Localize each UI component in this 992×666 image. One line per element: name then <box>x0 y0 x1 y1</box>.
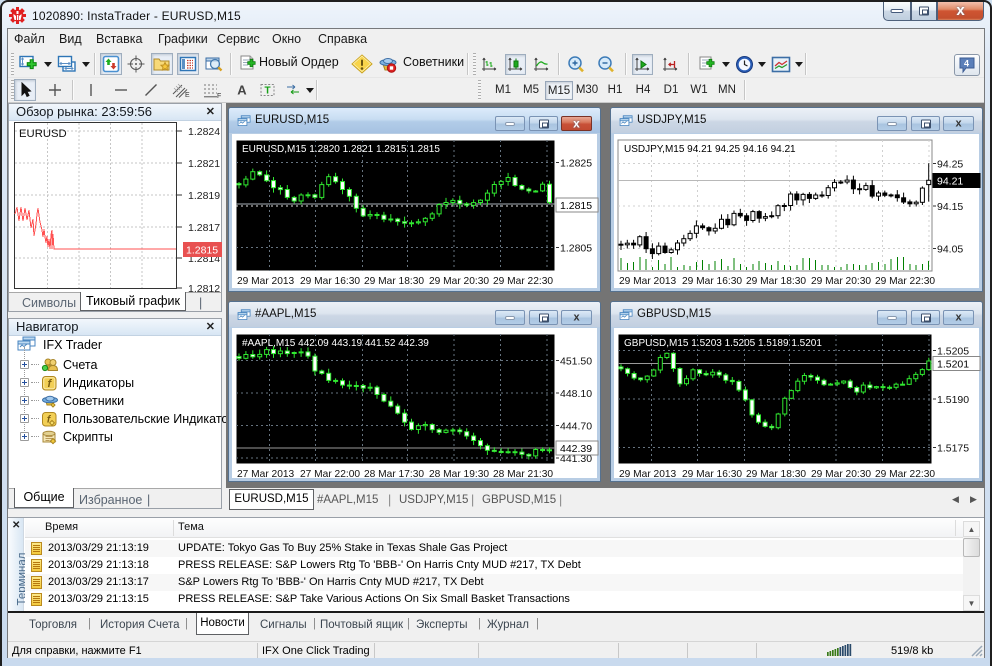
svg-text:29 Mar 20:30: 29 Mar 20:30 <box>429 276 489 287</box>
svg-text:29 Mar 20:30: 29 Mar 20:30 <box>811 276 871 287</box>
svg-text:USDJPY,M15 94.21 94.25 94.16: USDJPY,M15 94.21 94.25 94.16 94.21 <box>624 144 796 155</box>
svg-text:444.70: 444.70 <box>560 421 592 433</box>
svg-text:1.2821: 1.2821 <box>188 158 220 170</box>
svg-text:29 Mar 16:30: 29 Mar 16:30 <box>682 276 742 287</box>
svg-text:28 Mar 17:30: 28 Mar 17:30 <box>364 469 424 480</box>
svg-text:94.05: 94.05 <box>937 244 963 256</box>
svg-text:1.2812: 1.2812 <box>188 283 220 292</box>
svg-text:29 Mar 18:30: 29 Mar 18:30 <box>746 276 806 287</box>
svg-text:1.2819: 1.2819 <box>188 190 220 202</box>
svg-text:29 Mar 22:30: 29 Mar 22:30 <box>875 469 935 480</box>
svg-text:27 Mar 22:00: 27 Mar 22:00 <box>300 469 360 480</box>
svg-text:1.5201: 1.5201 <box>937 359 969 371</box>
svg-text:28 Mar 19:30: 28 Mar 19:30 <box>429 469 489 480</box>
svg-text:#AAPL,M15 442.09 443.19 441.5: #AAPL,M15 442.09 443.19 441.52 442.39 <box>242 338 429 349</box>
svg-text:E: E <box>185 92 190 99</box>
svg-text:29 Mar 2013: 29 Mar 2013 <box>619 469 677 480</box>
svg-text:29 Mar 16:30: 29 Mar 16:30 <box>682 469 742 480</box>
svg-text:1.2825: 1.2825 <box>560 157 592 169</box>
svg-text:EURUSD: EURUSD <box>19 128 67 140</box>
svg-text:29 Mar 2013: 29 Mar 2013 <box>237 276 295 287</box>
svg-text:28 Mar 21:30: 28 Mar 21:30 <box>493 469 553 480</box>
svg-text:F: F <box>217 93 221 99</box>
svg-text:1.5175: 1.5175 <box>937 443 969 455</box>
svg-text:1.2817: 1.2817 <box>188 222 220 234</box>
svg-text:29 Mar 18:30: 29 Mar 18:30 <box>746 469 806 480</box>
svg-text:GBPUSD,M15 1.5203 1.5205 1.51: GBPUSD,M15 1.5203 1.5205 1.5189 1.5201 <box>624 338 822 349</box>
svg-text:EURUSD,M15 1.2820 1.2821 1.28: EURUSD,M15 1.2820 1.2821 1.2815 1.2815 <box>242 144 440 155</box>
svg-text:94.21: 94.21 <box>937 175 963 187</box>
svg-text:1.5190: 1.5190 <box>937 394 969 406</box>
svg-text:451.50: 451.50 <box>560 355 592 367</box>
svg-text:29 Mar 20:30: 29 Mar 20:30 <box>811 469 871 480</box>
svg-text:A: A <box>237 83 247 98</box>
svg-text:29 Mar 22:30: 29 Mar 22:30 <box>493 276 553 287</box>
svg-text:4: 4 <box>964 59 969 69</box>
svg-text:29 Mar 22:30: 29 Mar 22:30 <box>875 276 935 287</box>
svg-text:29 Mar 16:30: 29 Mar 16:30 <box>300 276 360 287</box>
svg-text:448.10: 448.10 <box>560 388 592 400</box>
svg-text:1.2805: 1.2805 <box>560 243 592 255</box>
svg-text:29 Mar 2013: 29 Mar 2013 <box>619 276 677 287</box>
svg-text:442.39: 442.39 <box>560 443 592 455</box>
svg-text:94.25: 94.25 <box>937 158 963 170</box>
svg-text:1.2815: 1.2815 <box>186 245 218 257</box>
svg-text:29 Mar 18:30: 29 Mar 18:30 <box>364 276 424 287</box>
svg-text:T: T <box>264 86 270 97</box>
svg-text:1.2815: 1.2815 <box>560 200 592 212</box>
svg-text:1.5205: 1.5205 <box>937 346 969 358</box>
svg-text:27 Mar 2013: 27 Mar 2013 <box>237 469 295 480</box>
svg-text:94.15: 94.15 <box>937 201 963 213</box>
svg-text:1.2824: 1.2824 <box>188 126 220 138</box>
